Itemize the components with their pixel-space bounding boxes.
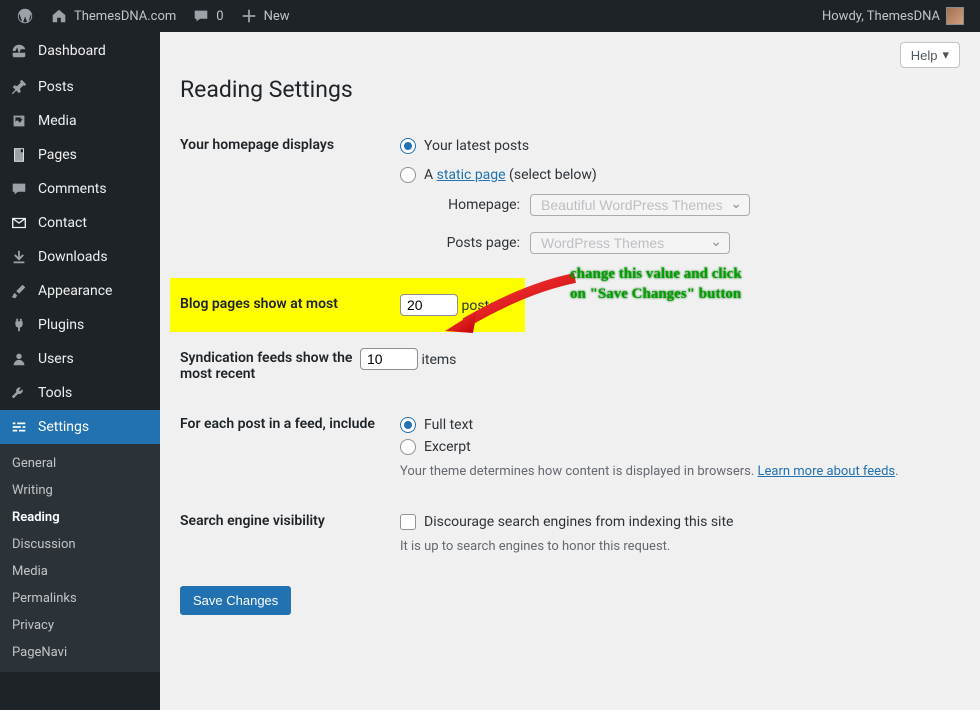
submenu-item-general[interactable]: General bbox=[0, 450, 160, 477]
submenu-item-permalinks[interactable]: Permalinks bbox=[0, 585, 160, 612]
submenu-item-media[interactable]: Media bbox=[0, 558, 160, 585]
plug-icon bbox=[10, 316, 28, 334]
site-name-link[interactable]: ThemesDNA.com bbox=[42, 0, 184, 32]
sidebar-item-appearance[interactable]: Appearance bbox=[0, 274, 160, 308]
sidebar-item-label: Pages bbox=[38, 147, 77, 163]
sidebar-item-label: Tools bbox=[38, 385, 72, 401]
sidebar-item-label: Posts bbox=[38, 79, 74, 95]
chevron-down-icon: ▾ bbox=[942, 47, 949, 63]
comment-icon bbox=[10, 180, 28, 198]
learn-more-feeds-link[interactable]: Learn more about feeds bbox=[758, 464, 896, 479]
sidebar-item-label: Media bbox=[38, 113, 77, 129]
sidebar-item-media[interactable]: Media bbox=[0, 104, 160, 138]
plus-icon bbox=[240, 7, 258, 25]
sidebar-item-pages[interactable]: Pages bbox=[0, 138, 160, 172]
label-homepage-select: Homepage: bbox=[440, 197, 520, 213]
pin-icon bbox=[10, 78, 28, 96]
homepage-select[interactable]: Beautiful WordPress Themes bbox=[530, 194, 750, 216]
feed-desc: Your theme determines how content is dis… bbox=[400, 458, 960, 479]
search-desc: It is up to search engines to honor this… bbox=[400, 533, 960, 554]
sidebar-item-label: Comments bbox=[38, 181, 107, 197]
sidebar-item-label: Downloads bbox=[38, 249, 108, 265]
submenu-item-discussion[interactable]: Discussion bbox=[0, 531, 160, 558]
sidebar-item-label: Settings bbox=[38, 419, 89, 435]
label-full-text: Full text bbox=[424, 417, 473, 433]
checkbox-discourage-search[interactable] bbox=[400, 514, 416, 530]
label-homepage-displays: Your homepage displays bbox=[180, 135, 400, 153]
label-search-visibility: Search engine visibility bbox=[180, 511, 400, 529]
static-page-link[interactable]: static page bbox=[437, 167, 506, 183]
label-excerpt: Excerpt bbox=[424, 439, 471, 455]
label-discourage-search: Discourage search engines from indexing … bbox=[424, 514, 733, 530]
email-icon bbox=[10, 214, 28, 232]
user-greeting[interactable]: Howdy, ThemesDNA bbox=[814, 0, 972, 32]
site-name: ThemesDNA.com bbox=[74, 9, 176, 24]
new-label: New bbox=[264, 9, 290, 24]
blog-pages-unit: posts bbox=[461, 298, 496, 314]
new-content-link[interactable]: New bbox=[232, 0, 298, 32]
sidebar-item-label: Appearance bbox=[38, 283, 112, 299]
blog-pages-input[interactable] bbox=[400, 294, 458, 316]
admin-bar: ThemesDNA.com 0 New Howdy, ThemesDNA bbox=[0, 0, 980, 32]
brush-icon bbox=[10, 282, 28, 300]
radio-static-page[interactable] bbox=[400, 167, 416, 183]
sidebar-item-label: Contact bbox=[38, 215, 87, 231]
sidebar-item-users[interactable]: Users bbox=[0, 342, 160, 376]
content-area: Help▾ Reading Settings Your homepage dis… bbox=[160, 32, 980, 710]
comment-icon bbox=[192, 7, 210, 25]
radio-excerpt[interactable] bbox=[400, 439, 416, 455]
radio-full-text[interactable] bbox=[400, 417, 416, 433]
download-icon bbox=[10, 248, 28, 266]
dashboard-icon bbox=[10, 42, 28, 60]
syndication-unit: items bbox=[421, 352, 456, 368]
wp-logo[interactable] bbox=[8, 0, 42, 32]
sidebar-item-contact[interactable]: Contact bbox=[0, 206, 160, 240]
submenu-item-writing[interactable]: Writing bbox=[0, 477, 160, 504]
sidebar-item-dashboard[interactable]: Dashboard bbox=[0, 32, 160, 70]
syndication-input[interactable] bbox=[360, 348, 418, 370]
sidebar-item-label: Dashboard bbox=[38, 43, 106, 59]
home-icon bbox=[50, 7, 68, 25]
comments-link[interactable]: 0 bbox=[184, 0, 231, 32]
settings-submenu: GeneralWritingReadingDiscussionMediaPerm… bbox=[0, 444, 160, 672]
postspage-select[interactable]: WordPress Themes bbox=[530, 232, 730, 254]
sidebar-item-label: Users bbox=[38, 351, 74, 367]
row-syndication: Syndication feeds show the most recent i… bbox=[180, 332, 960, 398]
label-syndication: Syndication feeds show the most recent bbox=[180, 348, 360, 382]
sidebar-item-downloads[interactable]: Downloads bbox=[0, 240, 160, 274]
label-postspage-select: Posts page: bbox=[440, 235, 520, 251]
submenu-item-pagenavi[interactable]: PageNavi bbox=[0, 639, 160, 666]
radio-latest-posts[interactable] bbox=[400, 138, 416, 154]
sidebar-item-label: Plugins bbox=[38, 317, 84, 333]
sidebar-item-comments[interactable]: Comments bbox=[0, 172, 160, 206]
page-title: Reading Settings bbox=[180, 68, 960, 119]
admin-sidebar: Dashboard Posts Media Pages Comments Contact D… bbox=[0, 32, 160, 710]
comments-count: 0 bbox=[216, 9, 223, 24]
row-feed-content: For each post in a feed, include Full te… bbox=[180, 398, 960, 495]
row-homepage-displays: Your homepage displays Your latest posts… bbox=[180, 119, 960, 278]
help-button[interactable]: Help▾ bbox=[900, 42, 960, 68]
sliders-icon bbox=[10, 418, 28, 436]
avatar bbox=[946, 7, 964, 25]
pages-icon bbox=[10, 146, 28, 164]
submenu-item-reading[interactable]: Reading bbox=[0, 504, 160, 531]
wordpress-icon bbox=[16, 7, 34, 25]
media-icon bbox=[10, 112, 28, 130]
sidebar-item-settings[interactable]: Settings bbox=[0, 410, 160, 444]
sidebar-item-posts[interactable]: Posts bbox=[0, 70, 160, 104]
label-blog-pages: Blog pages show at most bbox=[180, 294, 400, 312]
label-latest-posts: Your latest posts bbox=[424, 138, 529, 154]
row-search-visibility: Search engine visibility Discourage sear… bbox=[180, 495, 960, 570]
user-icon bbox=[10, 350, 28, 368]
save-changes-button[interactable]: Save Changes bbox=[180, 586, 291, 615]
row-blog-pages: Blog pages show at most posts bbox=[170, 278, 525, 332]
sidebar-item-tools[interactable]: Tools bbox=[0, 376, 160, 410]
label-static-page: A static page (select below) bbox=[424, 167, 597, 183]
wrench-icon bbox=[10, 384, 28, 402]
sidebar-item-plugins[interactable]: Plugins bbox=[0, 308, 160, 342]
label-feed-content: For each post in a feed, include bbox=[180, 414, 400, 432]
submenu-item-privacy[interactable]: Privacy bbox=[0, 612, 160, 639]
